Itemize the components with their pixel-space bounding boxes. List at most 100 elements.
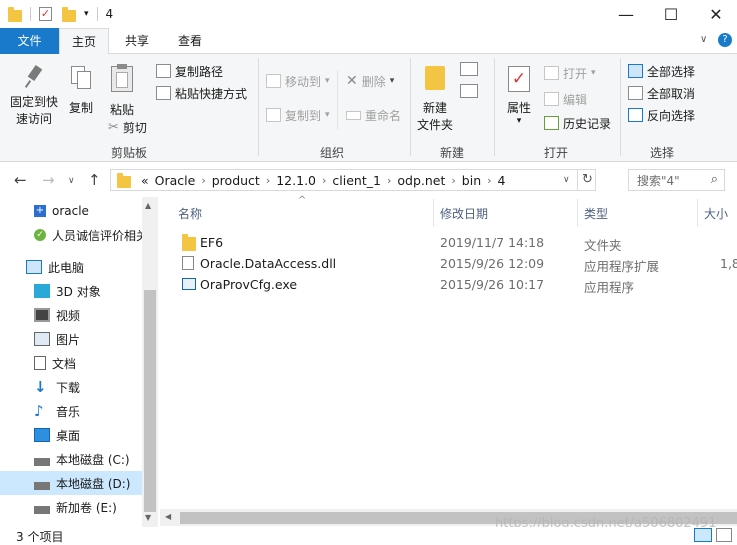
paste-button[interactable]: 粘贴 <box>104 64 140 119</box>
nav-item-pictures[interactable]: 图片 <box>0 327 142 351</box>
easy-access-icon[interactable] <box>460 84 478 98</box>
invert-selection-button[interactable]: 反向选择 <box>628 106 695 124</box>
customize-toolbar-icon[interactable]: ▾ <box>84 9 89 19</box>
select-all-label: 全部选择 <box>647 64 696 79</box>
rename-label: 重命名 <box>365 108 402 123</box>
file-row[interactable]: Oracle.DataAccess.dll 2015/9/26 12:09 应用… <box>172 253 737 274</box>
item-count: 3 个项目 <box>16 530 64 544</box>
refresh-icon[interactable]: ↻ <box>577 170 597 190</box>
nav-item-this-pc[interactable]: 此电脑 <box>0 255 142 279</box>
cut-label: 剪切 <box>122 120 147 135</box>
select-none-button[interactable]: 全部取消 <box>628 84 695 102</box>
breadcrumb-current[interactable]: 4 <box>498 173 506 188</box>
copy-to-button[interactable]: 复制到 ▾ <box>266 106 330 124</box>
rename-button[interactable]: 重命名 <box>346 106 401 124</box>
details-view-icon[interactable] <box>694 528 712 542</box>
breadcrumb-separator-icon[interactable]: › <box>322 174 326 187</box>
nav-item-documents[interactable]: 文档 <box>0 351 142 375</box>
tab-file[interactable]: 文件 <box>0 28 59 54</box>
breadcrumb-client[interactable]: client_1 <box>332 173 381 188</box>
breadcrumb-overflow[interactable]: « <box>141 173 149 188</box>
maximize-button[interactable]: ☐ <box>648 0 694 28</box>
tab-home[interactable]: 主页 <box>59 28 109 55</box>
address-bar[interactable]: « Oracle › product › 12.1.0 › client_1 › odp… <box>110 169 596 191</box>
nav-scrollbar-thumb[interactable] <box>144 290 156 512</box>
file-row[interactable]: EF6 2019/11/7 14:18 文件夹 <box>172 232 732 253</box>
nav-item-drive-d[interactable]: 本地磁盘 (D:) <box>0 471 142 495</box>
nav-item-oracle[interactable]: + oracle <box>0 199 142 223</box>
breadcrumb-odpnet[interactable]: odp.net <box>397 173 445 188</box>
history-button[interactable]: 历史记录 <box>544 114 611 132</box>
search-input[interactable]: 搜索"4" ⌕ <box>628 169 725 191</box>
new-item-icon[interactable] <box>460 62 478 76</box>
breadcrumb-product[interactable]: product <box>212 173 260 188</box>
copy-path-button[interactable]: 复制路径 <box>156 62 223 80</box>
column-divider[interactable] <box>697 199 698 227</box>
edit-button[interactable]: 编辑 <box>544 90 587 108</box>
music-note-icon: ♪ <box>34 402 44 420</box>
breadcrumb-oracle[interactable]: Oracle <box>155 173 196 188</box>
status-bar: 3 个项目 <box>0 527 737 544</box>
collapse-ribbon-icon[interactable]: ∨ <box>700 34 707 45</box>
file-row[interactable]: OraProvCfg.exe 2015/9/26 10:17 应用程序 <box>172 274 732 295</box>
organize-divider <box>337 70 338 130</box>
pin-quick-access-button[interactable]: 固定到快 速访问 <box>6 64 62 128</box>
up-arrow-icon[interactable]: ↑ <box>88 171 101 189</box>
breadcrumb-separator-icon[interactable]: › <box>266 174 270 187</box>
nav-item-music[interactable]: ♪ 音乐 <box>0 399 142 423</box>
copy-to-label: 复制到 <box>285 108 322 123</box>
folder-icon[interactable] <box>8 6 22 22</box>
column-header-size[interactable]: 大小 <box>704 205 728 225</box>
close-button[interactable]: ✕ <box>693 0 737 28</box>
properties-dropdown-icon[interactable]: ▾ <box>502 117 536 126</box>
scroll-up-icon[interactable]: ▲ <box>145 201 151 210</box>
new-folder-icon[interactable] <box>62 6 76 22</box>
breadcrumb-separator-icon[interactable]: › <box>487 174 491 187</box>
column-header-modified[interactable]: 修改日期 <box>440 205 488 225</box>
column-divider[interactable] <box>433 199 434 227</box>
recent-dropdown-icon[interactable]: ∨ <box>68 176 75 186</box>
breadcrumb-separator-icon[interactable]: › <box>451 174 455 187</box>
column-header-type[interactable]: 类型 <box>584 205 608 225</box>
nav-item-desktop[interactable]: 桌面 <box>0 423 142 447</box>
breadcrumb-separator-icon[interactable]: › <box>387 174 391 187</box>
edit-icon <box>544 92 559 106</box>
back-arrow-icon[interactable]: ← <box>14 171 27 189</box>
scroll-down-icon[interactable]: ▼ <box>145 513 151 522</box>
new-folder-button[interactable]: 新建 文件夹 <box>414 64 456 134</box>
address-dropdown-icon[interactable]: ∨ <box>563 175 570 185</box>
minimize-button[interactable]: — <box>603 0 649 28</box>
cut-button[interactable]: ✂ 剪切 <box>108 118 147 136</box>
select-all-button[interactable]: 全部选择 <box>628 62 695 80</box>
paste-shortcut-button[interactable]: 粘贴快捷方式 <box>156 84 247 102</box>
navigation-pane: + oracle ✓ 人员诚信评价相关 此电脑 3D 对象 视频 图片 文档 ↓… <box>0 197 158 527</box>
nav-item-drive-e[interactable]: 新加卷 (E:) <box>0 495 142 519</box>
delete-button[interactable]: ✕ 删除 ▾ <box>346 72 394 90</box>
nav-item-personnel[interactable]: ✓ 人员诚信评价相关 <box>0 223 142 247</box>
invert-selection-icon <box>628 108 643 122</box>
column-header-name[interactable]: 名称 <box>178 205 202 225</box>
tab-share[interactable]: 共享 <box>114 28 160 54</box>
file-type: 文件夹 <box>584 238 622 253</box>
nav-item-3d-objects[interactable]: 3D 对象 <box>0 279 142 303</box>
move-to-button[interactable]: 移动到 ▾ <box>266 72 330 90</box>
search-icon[interactable]: ⌕ <box>711 172 718 187</box>
forward-arrow-icon[interactable]: → <box>42 171 55 189</box>
properties-check-icon[interactable]: ✓ <box>39 7 52 21</box>
open-button[interactable]: 打开 ▾ <box>544 64 596 82</box>
nav-item-downloads[interactable]: ↓ 下载 <box>0 375 142 399</box>
breadcrumb-version[interactable]: 12.1.0 <box>276 173 316 188</box>
large-icons-view-icon[interactable] <box>716 528 732 542</box>
nav-item-videos[interactable]: 视频 <box>0 303 142 327</box>
breadcrumb-separator-icon[interactable]: › <box>201 174 205 187</box>
copy-button[interactable]: 复制 <box>64 66 98 117</box>
help-icon[interactable]: ? <box>718 33 732 47</box>
open-label: 打开 <box>563 66 588 81</box>
breadcrumb-bin[interactable]: bin <box>462 173 481 188</box>
copy-path-label: 复制路径 <box>175 64 224 79</box>
nav-item-drive-c[interactable]: 本地磁盘 (C:) <box>0 447 142 471</box>
scroll-left-icon[interactable]: ◀ <box>165 512 171 521</box>
properties-button[interactable]: ✓ 属性 ▾ <box>502 64 536 126</box>
tab-view[interactable]: 查看 <box>167 28 213 54</box>
column-divider[interactable] <box>577 199 578 227</box>
